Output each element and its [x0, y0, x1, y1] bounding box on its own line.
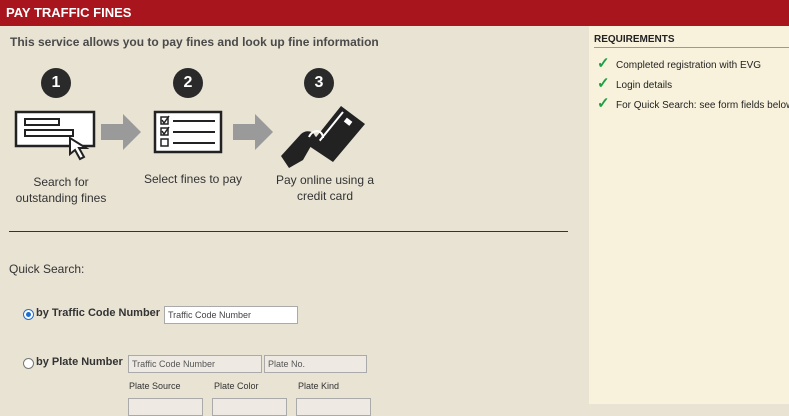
step-3-label: Pay online using a credit card — [275, 173, 375, 203]
plate-source-select[interactable] — [128, 398, 203, 416]
requirement-item: ✓ For Quick Search: see form fields below — [597, 95, 789, 112]
step-3-badge: 3 — [304, 68, 334, 98]
search-form-icon — [14, 110, 96, 161]
page-header: PAY TRAFFIC FINES — [0, 0, 789, 26]
step-1-badge: 1 — [41, 68, 71, 98]
credit-card-hand-icon — [281, 106, 365, 168]
check-icon: ✓ — [597, 75, 610, 92]
check-icon: ✓ — [597, 95, 610, 112]
checklist-icon — [153, 110, 223, 154]
plate-number-radio[interactable] — [23, 358, 34, 369]
step-2-label: Select fines to pay — [143, 172, 243, 186]
traffic-code-option-label[interactable]: by Traffic Code Number — [36, 307, 160, 319]
plate-source-label: Plate Source — [129, 381, 181, 391]
plate-no-input[interactable]: Plate No. — [264, 355, 367, 373]
plate-color-select[interactable] — [212, 398, 287, 416]
step-1-label: Search for outstanding fines — [15, 175, 107, 205]
plate-kind-select[interactable] — [296, 398, 371, 416]
requirement-item: ✓ Completed registration with EVG — [597, 55, 762, 72]
traffic-code-input[interactable]: Traffic Code Number — [164, 306, 298, 324]
main-panel: This service allows you to pay fines and… — [0, 26, 589, 416]
requirements-divider — [594, 47, 789, 48]
plate-traffic-code-input[interactable]: Traffic Code Number — [128, 355, 262, 373]
requirements-title: REQUIREMENTS — [594, 34, 675, 45]
section-divider — [9, 231, 568, 232]
quick-search-label: Quick Search: — [9, 262, 85, 276]
requirements-panel: REQUIREMENTS ✓ Completed registration wit… — [589, 26, 789, 404]
arrow-right-icon — [233, 114, 273, 150]
plate-number-option-label[interactable]: by Plate Number — [36, 356, 123, 368]
arrow-right-icon — [101, 114, 141, 150]
plate-kind-label: Plate Kind — [298, 381, 340, 391]
intro-text: This service allows you to pay fines and… — [10, 35, 379, 49]
page-title: PAY TRAFFIC FINES — [6, 5, 132, 20]
plate-color-label: Plate Color — [214, 381, 259, 391]
check-icon: ✓ — [597, 55, 610, 72]
traffic-code-radio[interactable] — [23, 309, 34, 320]
requirement-item: ✓ Login details — [597, 75, 673, 92]
step-2-badge: 2 — [173, 68, 203, 98]
